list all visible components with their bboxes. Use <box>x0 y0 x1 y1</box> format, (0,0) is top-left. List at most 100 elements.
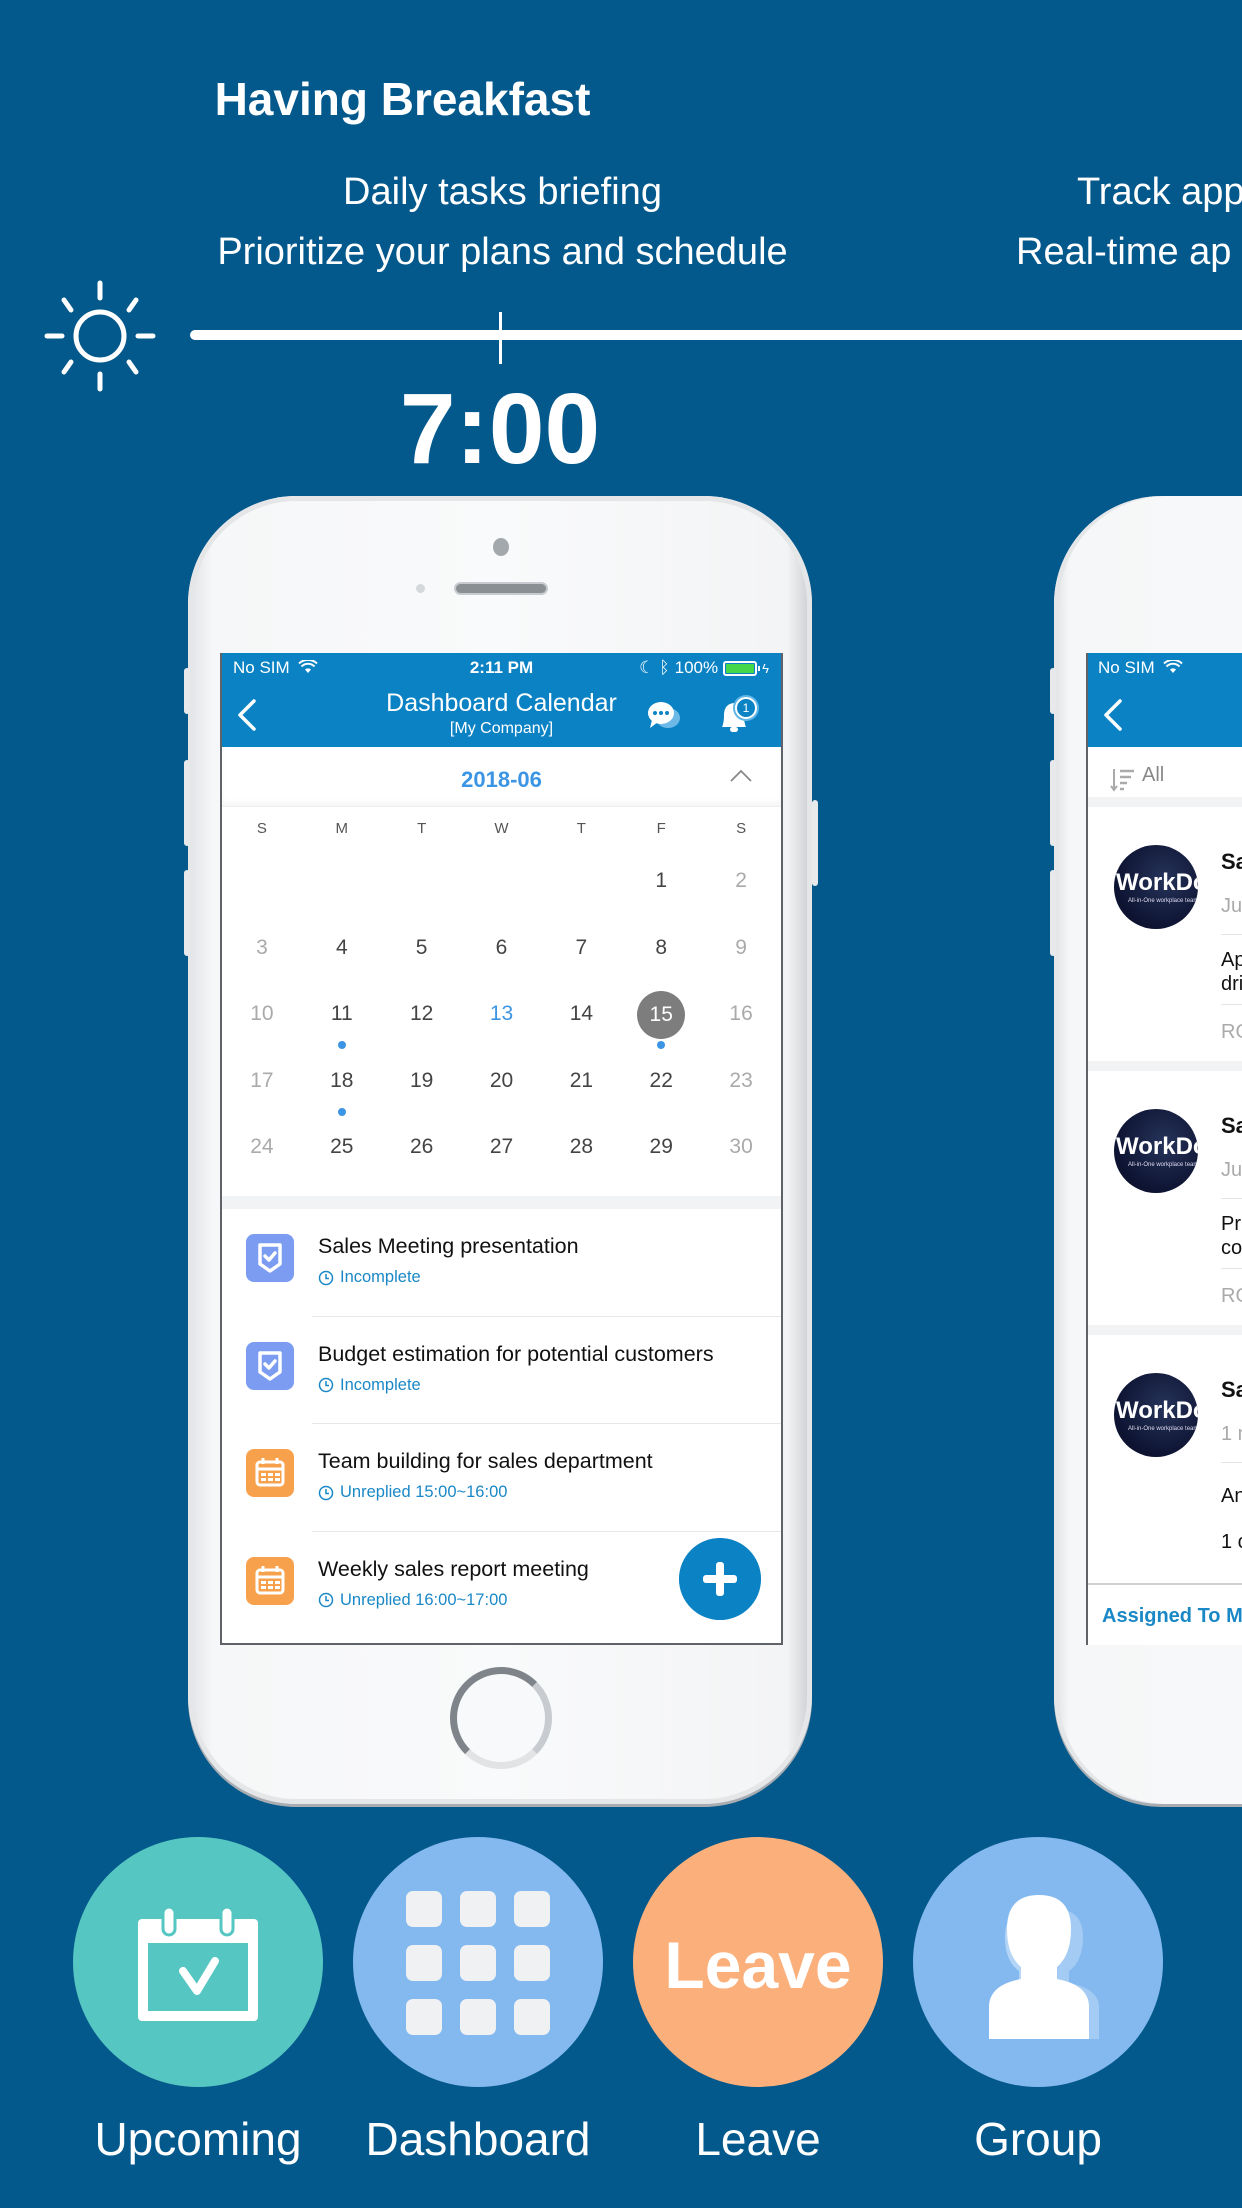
next-subtitle-line-2: Real-time ap <box>1016 231 1232 273</box>
card-body-line: dri <box>1221 973 1242 995</box>
calendar-day[interactable]: 13 <box>462 991 542 1058</box>
calendar-day[interactable]: 22 <box>621 1058 701 1125</box>
app-screen: No SIM 2:11 PM ☾ ᛒ 100% ϟ Dashboard Cale… <box>220 653 783 1645</box>
chat-icon[interactable] <box>646 699 682 733</box>
day-number: 3 <box>256 935 268 959</box>
calendar-day[interactable]: 8 <box>621 925 701 992</box>
calendar-day-empty <box>541 858 621 925</box>
calendar-day[interactable]: 2 <box>701 858 781 925</box>
day-number: 23 <box>729 1068 753 1092</box>
event-dot <box>337 1041 346 1050</box>
phone2-volume-down <box>1050 870 1056 956</box>
day-number: 30 <box>729 1135 753 1159</box>
calendar-day[interactable]: 18 <box>302 1058 382 1125</box>
weekday-label: S <box>736 820 747 837</box>
calendar-day[interactable]: 28 <box>541 1124 621 1191</box>
calendar-day[interactable]: 30 <box>701 1124 781 1191</box>
calendar-day[interactable]: 19 <box>382 1058 462 1125</box>
calendar-day-empty <box>302 858 382 925</box>
subtitle-line-1: Daily tasks briefing <box>343 171 662 213</box>
phone2-side-button <box>1050 668 1056 714</box>
tab-assigned-to-me[interactable]: Assigned To M <box>1088 1583 1242 1645</box>
calendar-day[interactable]: 9 <box>701 925 781 992</box>
task-status: Incomplete <box>318 1376 421 1395</box>
feed-card[interactable]: WorkDo All-in-One workplace teamwork/mana… <box>1088 1335 1242 1589</box>
calendar-day[interactable]: 10 <box>222 991 302 1058</box>
back-icon[interactable] <box>1100 697 1126 733</box>
bluetooth-icon: ᛒ <box>659 658 670 677</box>
feature-label: Upcoming <box>94 2113 302 2165</box>
clock-icon <box>318 1485 334 1500</box>
card-gap <box>1088 1325 1242 1335</box>
tab-label: Assigned To M <box>1102 1605 1242 1627</box>
timeline-bar <box>190 330 1242 340</box>
calendar-day[interactable]: 20 <box>462 1058 542 1125</box>
clock-icon <box>318 1592 334 1608</box>
calendar-day[interactable]: 25 <box>302 1124 382 1191</box>
month-label[interactable]: 2018-06 <box>222 767 781 793</box>
nav-bar: Dashboard Calendar [My Company] 1 <box>222 683 781 747</box>
battery-icon <box>723 660 761 676</box>
filter-bar[interactable]: All <box>1088 747 1242 807</box>
calendar-day[interactable]: 15 <box>621 991 701 1058</box>
day-number: 6 <box>495 935 508 959</box>
calendar-day[interactable]: 4 <box>302 925 382 992</box>
weekday-label: T <box>576 820 586 837</box>
avatar: WorkDo All-in-One workplace teamwork/mana… <box>1114 845 1198 929</box>
page-title: Dashboard Calendar <box>386 689 617 717</box>
card-meta: Ju <box>1221 1159 1242 1181</box>
calendar-icon <box>255 1565 285 1594</box>
nav-bar-secondary <box>1088 683 1242 747</box>
calendar-day[interactable]: 21 <box>541 1058 621 1125</box>
day-number: 14 <box>569 1002 594 1026</box>
calendar-day[interactable]: 12 <box>382 991 462 1058</box>
calendar-day[interactable]: 27 <box>462 1124 542 1191</box>
task-status-text: Incomplete <box>340 1375 421 1394</box>
feature-upcoming[interactable]: Upcoming <box>73 1837 323 2165</box>
calendar-day[interactable]: 29 <box>621 1124 701 1191</box>
calendar-day[interactable]: 16 <box>701 991 781 1058</box>
calendar-day[interactable]: 24 <box>222 1124 302 1191</box>
calendar-day[interactable]: 17 <box>222 1058 302 1125</box>
calendar-week: 12 <box>222 858 781 925</box>
calendar-day[interactable]: 23 <box>701 1058 781 1125</box>
battery-percent: 100% <box>674 658 719 677</box>
chevron-up-icon[interactable] <box>729 767 753 783</box>
feed-card[interactable]: WorkDo All-in-One workplace teamwork/mana… <box>1088 807 1242 1071</box>
calendar-day[interactable]: 7 <box>541 925 621 992</box>
card-footer: RO <box>1221 1285 1242 1307</box>
day-number: 7 <box>575 935 588 959</box>
feature-dashboard[interactable]: Dashboard <box>353 1837 603 2165</box>
calendar-day[interactable]: 14 <box>541 991 621 1058</box>
event-dot <box>337 1107 346 1116</box>
weekday-label: T <box>417 820 427 837</box>
task-item[interactable]: Sales Meeting presentation Incomplete <box>222 1209 781 1317</box>
phone-camera <box>493 538 509 556</box>
card-body-line: An <box>1221 1485 1242 1507</box>
feature-group[interactable]: Group <box>913 1837 1163 2165</box>
group-icon <box>989 1895 1099 2039</box>
task-shield-icon <box>258 1243 282 1273</box>
task-type-badge <box>246 1449 294 1497</box>
avatar-brand: WorkDo <box>1116 1133 1198 1160</box>
calendar-day[interactable]: 5 <box>382 925 462 992</box>
home-button[interactable] <box>450 1667 552 1769</box>
day-number: 17 <box>250 1068 274 1092</box>
task-item[interactable]: Team building for sales department Unrepl… <box>222 1424 781 1532</box>
calendar-day[interactable]: 1 <box>621 858 701 925</box>
avatar-brand: WorkDo <box>1116 1397 1198 1424</box>
task-type-badge <box>246 1341 294 1390</box>
task-item[interactable]: Budget estimation for potential customer… <box>222 1317 781 1424</box>
moon-icon: ☾ <box>639 658 655 677</box>
day-number: 2 <box>735 869 747 892</box>
day-number: 18 <box>330 1068 354 1092</box>
status-bar: No SIM 2:11 PM ☾ ᛒ 100% ϟ <box>222 653 781 683</box>
calendar-day[interactable]: 6 <box>462 925 542 992</box>
divider <box>1221 1268 1242 1269</box>
add-button[interactable] <box>679 1538 761 1620</box>
feature-leave[interactable]: Leave Leave <box>633 1837 883 2165</box>
calendar-day[interactable]: 11 <box>302 991 382 1058</box>
feed-card[interactable]: WorkDo All-in-One workplace teamwork/mana… <box>1088 1071 1242 1335</box>
calendar-day[interactable]: 3 <box>222 925 302 992</box>
calendar-day[interactable]: 26 <box>382 1124 462 1191</box>
